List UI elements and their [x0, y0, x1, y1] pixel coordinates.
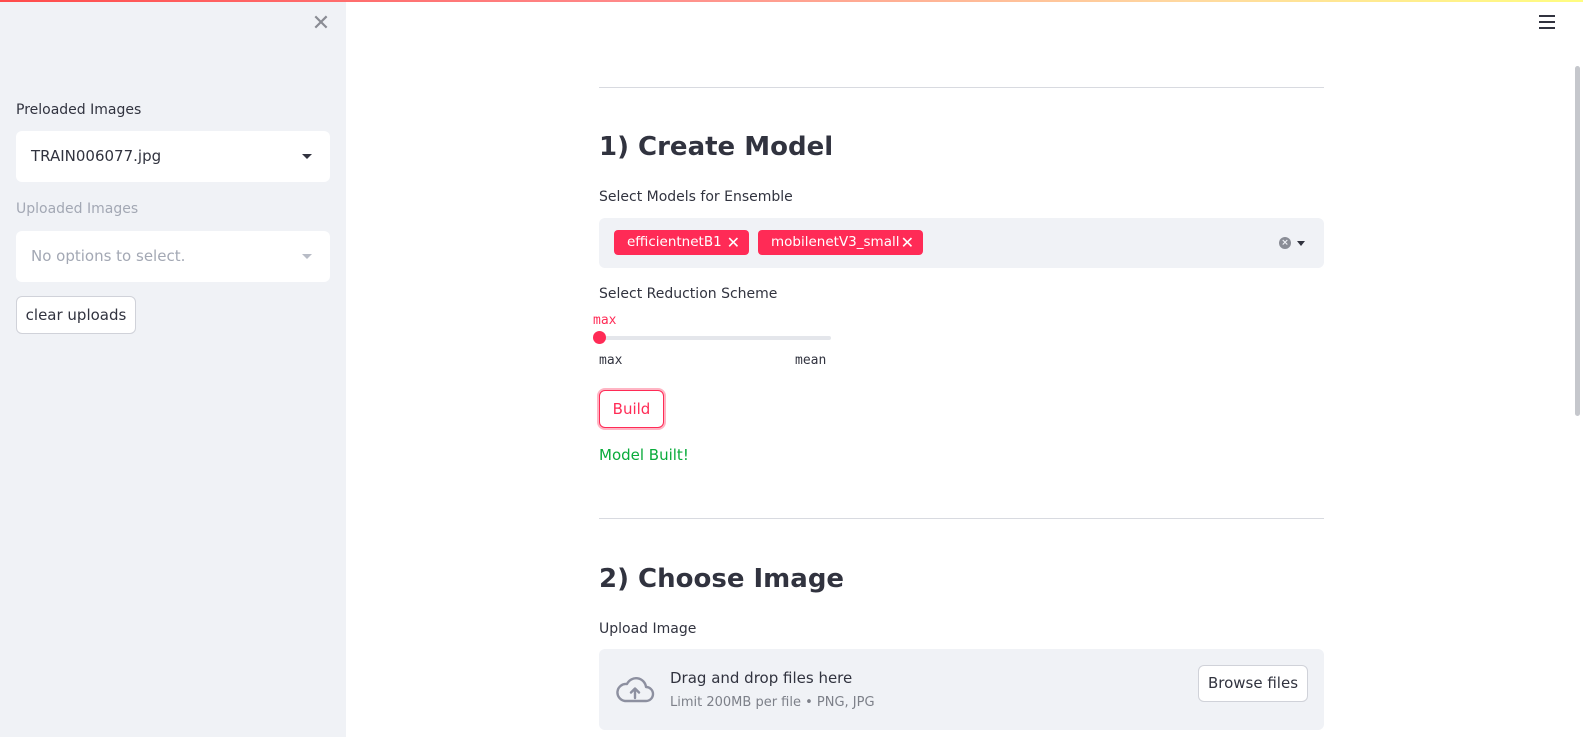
chip-remove-icon[interactable]: ✕ — [727, 230, 740, 255]
preloaded-images-value: TRAIN006077.jpg — [31, 147, 162, 165]
dropzone-limits: Limit 200MB per file • PNG, JPG — [670, 695, 875, 710]
divider — [599, 518, 1324, 519]
scrollbar[interactable] — [1575, 66, 1580, 416]
build-button[interactable]: Build — [599, 390, 664, 428]
uploaded-images-label: Uploaded Images — [16, 201, 139, 217]
slider-max-label: mean — [795, 353, 827, 368]
caret-down-icon[interactable] — [1297, 241, 1305, 246]
preloaded-images-label: Preloaded Images — [16, 102, 142, 118]
reduction-slider-thumb[interactable] — [593, 331, 606, 344]
section-title-create-model: 1) Create Model — [599, 132, 834, 162]
clear-icon[interactable]: × — [1279, 237, 1291, 249]
chip-label: mobilenetV3_small — [771, 234, 900, 250]
model-chip: mobilenetV3_small ✕ — [758, 230, 923, 255]
slider-min-label: max — [599, 353, 623, 368]
caret-down-icon — [302, 154, 312, 159]
chip-label: efficientnetB1 — [627, 234, 722, 250]
file-dropzone[interactable]: Drag and drop files here Limit 200MB per… — [599, 649, 1324, 730]
browse-files-button[interactable]: Browse files — [1198, 665, 1308, 702]
preloaded-images-select[interactable]: TRAIN006077.jpg — [16, 131, 330, 182]
success-message: Model Built! — [599, 446, 689, 464]
top-decoration-bar — [0, 0, 1583, 2]
reduction-slider-track[interactable] — [599, 336, 831, 340]
chip-remove-icon[interactable]: ✕ — [901, 230, 914, 255]
section-title-choose-image: 2) Choose Image — [599, 564, 845, 594]
close-icon[interactable]: ✕ — [311, 12, 331, 36]
models-label: Select Models for Ensemble — [599, 189, 793, 205]
clear-uploads-button[interactable]: clear uploads — [16, 296, 136, 334]
divider — [599, 87, 1324, 88]
slider-current-value: max — [593, 313, 617, 328]
uploaded-images-placeholder: No options to select. — [31, 247, 186, 265]
models-multiselect[interactable]: efficientnetB1 ✕ mobilenetV3_small ✕ × — [599, 218, 1324, 268]
upload-image-label: Upload Image — [599, 621, 697, 637]
dropzone-title: Drag and drop files here — [670, 669, 853, 687]
menu-icon[interactable] — [1539, 15, 1555, 29]
cloud-upload-icon — [616, 677, 655, 703]
reduction-scheme-label: Select Reduction Scheme — [599, 286, 778, 302]
caret-down-icon — [302, 254, 312, 259]
uploaded-images-select[interactable]: No options to select. — [16, 231, 330, 282]
model-chip: efficientnetB1 ✕ — [614, 230, 749, 255]
sidebar: ✕ Preloaded Images TRAIN006077.jpg Uploa… — [0, 0, 346, 737]
